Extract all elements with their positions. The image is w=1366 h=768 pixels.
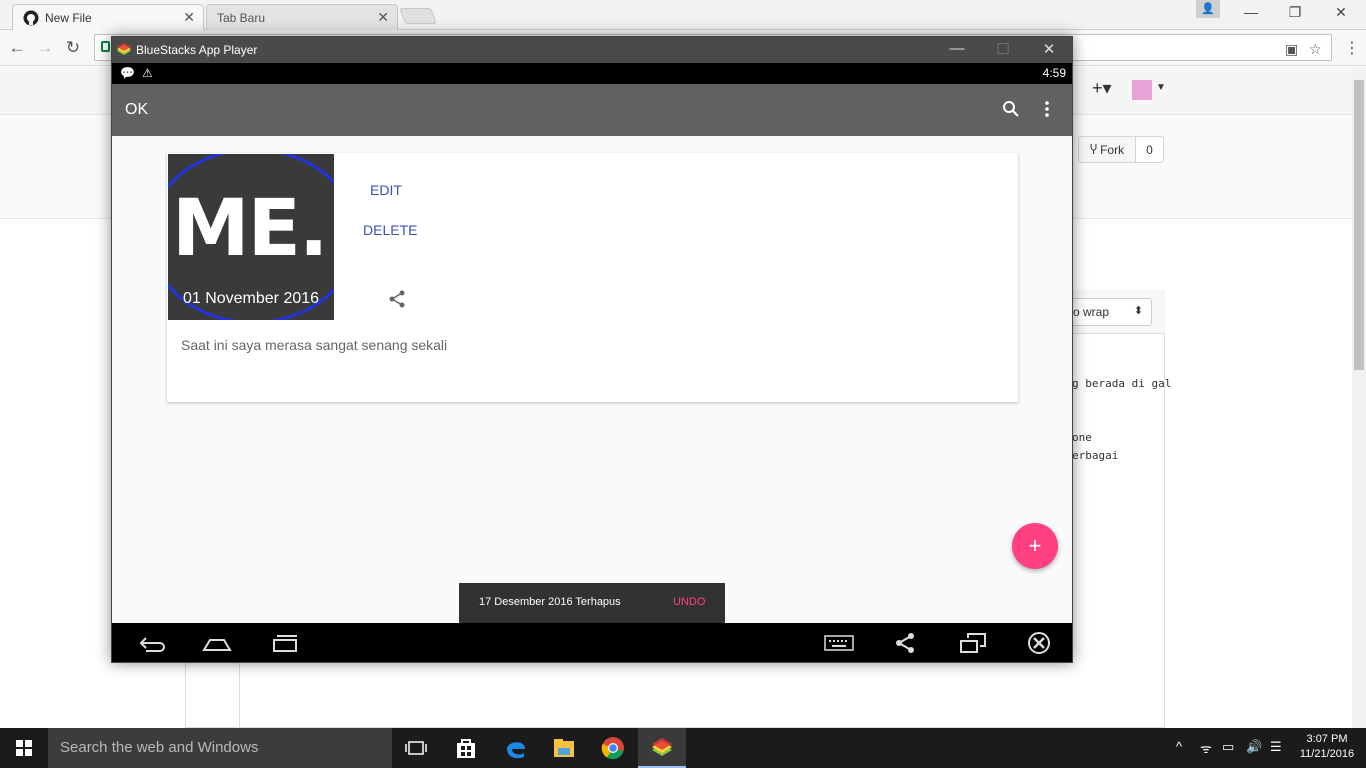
user-icon[interactable]: 👤 (1196, 0, 1220, 18)
android-status-bar: 💬 ⚠ 4:59 (112, 63, 1072, 84)
add-entry-button[interactable]: + (1012, 523, 1058, 569)
share-icon[interactable] (388, 290, 406, 308)
close-icon[interactable]: ✕ (183, 9, 195, 26)
back-icon[interactable]: ← (6, 38, 28, 58)
notification-icon[interactable]: ☰ (1270, 739, 1282, 755)
resize-screen-icon[interactable] (958, 632, 988, 654)
scrollbar-thumb[interactable] (1354, 80, 1364, 370)
code-line: erbagai (1072, 449, 1119, 462)
bookmark-star-icon[interactable]: ☆ (1309, 41, 1322, 58)
task-view-icon[interactable] (404, 736, 428, 760)
new-tab-button[interactable] (399, 8, 437, 24)
app-toolbar: OK (112, 84, 1072, 136)
image-date: 01 November 2016 (182, 290, 320, 307)
minimize-button[interactable]: — (942, 40, 972, 57)
github-icon (23, 10, 39, 25)
close-window-button[interactable]: ✕ (1034, 40, 1064, 58)
warning-icon: ⚠ (142, 66, 153, 80)
close-window-button[interactable]: ✕ (1326, 4, 1356, 21)
windows-taskbar: Search the web and Windows ^ ᯤ ▭ 🔊 ☰ 3:0… (0, 728, 1366, 768)
maximize-button[interactable]: ☐ (988, 40, 1018, 58)
volume-icon[interactable]: 🔊 (1246, 739, 1262, 755)
avatar[interactable] (1132, 80, 1152, 100)
battery-icon[interactable]: ▭ (1222, 739, 1234, 755)
translate-icon[interactable]: ▣ (1285, 41, 1298, 58)
home-icon[interactable] (202, 632, 232, 654)
taskbar-clock[interactable]: 3:07 PM 11/21/2016 (1294, 732, 1360, 762)
android-nav-bar (112, 623, 1072, 662)
lock-icon (101, 41, 110, 52)
restore-button[interactable]: ❐ (1280, 4, 1310, 21)
chrome-icon[interactable] (601, 736, 625, 760)
fork-count[interactable]: 0 (1135, 136, 1164, 163)
snackbar-message: 17 Desember 2016 Terhapus (479, 596, 621, 608)
message-icon: 💬 (120, 66, 135, 80)
clock-date: 11/21/2016 (1299, 748, 1355, 760)
diary-card[interactable]: ME. 01 November 2016 EDIT DELETE Saat in… (167, 153, 1018, 402)
fork-icon: Ⴤ (1089, 142, 1098, 157)
chevron-down-icon[interactable]: ▼ (1156, 82, 1166, 93)
app-title: OK (125, 101, 149, 118)
code-line: g berada di gal (1072, 377, 1172, 390)
keyboard-icon[interactable] (824, 632, 854, 654)
bluestacks-window: BlueStacks App Player — ☐ ✕ 💬 ⚠ 4:59 OK … (111, 36, 1073, 663)
back-icon[interactable] (136, 632, 166, 654)
bluestacks-logo-icon (652, 738, 672, 756)
reload-icon[interactable]: ↻ (62, 38, 84, 58)
forward-icon[interactable]: → (34, 38, 56, 58)
fork-button[interactable]: Ⴤ Fork (1078, 136, 1136, 163)
undo-button[interactable]: UNDO (673, 596, 705, 608)
wrap-mode-select[interactable]: o wrap ⬍ (1064, 298, 1152, 326)
wifi-icon[interactable]: ᯤ (1200, 739, 1212, 757)
chevron-up-icon[interactable]: ^ (1176, 739, 1182, 754)
edge-browser-icon[interactable] (504, 736, 528, 760)
close-app-icon[interactable] (1024, 632, 1054, 654)
clock-time: 3:07 PM (1306, 733, 1348, 745)
code-line: one (1072, 431, 1092, 444)
tab-new-file[interactable]: New File ✕ (12, 4, 204, 30)
store-icon[interactable] (454, 736, 478, 760)
close-icon[interactable]: ✕ (377, 9, 389, 26)
delete-button[interactable]: DELETE (363, 222, 417, 238)
status-time: 4:59 (1042, 66, 1066, 80)
snackbar: 17 Desember 2016 Terhapus UNDO (459, 583, 725, 623)
card-body-text: Saat ini saya merasa sangat senang sekal… (181, 337, 448, 353)
tab-label: New File (45, 10, 92, 25)
chrome-menu-icon[interactable]: ⋮ (1344, 38, 1360, 58)
recent-apps-icon[interactable] (270, 632, 300, 654)
search-icon[interactable] (1002, 100, 1020, 118)
tab-tab-baru[interactable]: Tab Baru ✕ (206, 4, 398, 30)
share-icon[interactable] (890, 632, 920, 654)
bluestacks-taskbar-item[interactable] (638, 728, 686, 768)
bluestacks-titlebar[interactable]: BlueStacks App Player — ☐ ✕ (112, 37, 1072, 63)
taskbar-search-input[interactable]: Search the web and Windows (48, 728, 392, 768)
card-image: ME. 01 November 2016 (168, 154, 334, 320)
plus-icon[interactable]: +▾ (1092, 78, 1112, 99)
tab-label: Tab Baru (217, 10, 266, 25)
wrap-mode-value: o wrap (1073, 305, 1110, 319)
edit-button[interactable]: EDIT (370, 182, 402, 198)
browser-tab-strip: New File ✕ Tab Baru ✕ 👤 — ❐ ✕ (0, 0, 1366, 30)
window-title: BlueStacks App Player (136, 43, 258, 57)
select-arrows-icon: ⬍ (1133, 305, 1143, 317)
minimize-button[interactable]: — (1236, 4, 1266, 20)
image-text: ME. (172, 184, 329, 274)
more-vert-icon[interactable] (1040, 100, 1054, 118)
bluestacks-logo-icon (117, 43, 131, 55)
fork-label: Fork (1100, 142, 1125, 157)
file-explorer-icon[interactable] (552, 736, 576, 760)
windows-start-icon[interactable] (0, 728, 48, 768)
